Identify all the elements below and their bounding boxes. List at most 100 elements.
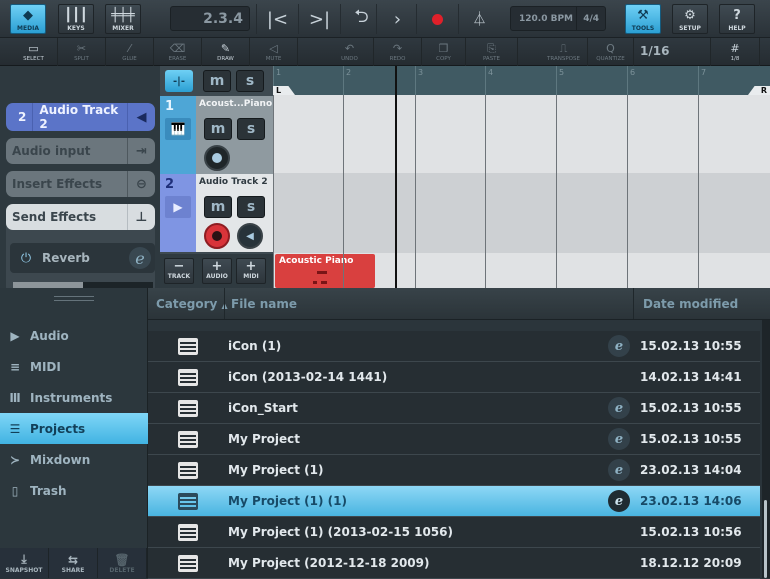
forward-button[interactable]: >| xyxy=(298,4,340,34)
global-solo-button[interactable]: s xyxy=(236,70,264,92)
date-column-header[interactable]: Date modified xyxy=(643,297,738,311)
transpose-button[interactable]: ⎍ TRANSPOSE xyxy=(540,38,588,66)
add-audio-track-button[interactable]: + AUDIO xyxy=(202,258,232,284)
edit-project-icon[interactable]: e xyxy=(608,397,630,419)
arrange-area[interactable]: Acoustic Piano xyxy=(273,95,770,288)
quantize-value[interactable]: 1/16 xyxy=(640,44,669,58)
play-button[interactable]: › xyxy=(376,4,418,34)
power-icon[interactable]: ⏻ xyxy=(10,251,42,266)
mute-tool[interactable]: ◁ MUTE xyxy=(250,38,298,66)
add-midi-track-button[interactable]: + MIDI xyxy=(236,258,266,284)
send-effects-button[interactable]: Send Effects ⊥ xyxy=(6,204,155,230)
edit-project-icon[interactable]: e xyxy=(608,335,630,357)
track-lane-2[interactable] xyxy=(273,173,770,253)
scrollbar[interactable] xyxy=(762,320,770,578)
setup-button[interactable]: ⚙ SETUP xyxy=(672,4,708,34)
eraser-icon: ⌫ xyxy=(169,41,186,55)
grid-button[interactable]: #1/8 xyxy=(710,38,760,66)
category-instruments[interactable]: Ⅲ Instruments xyxy=(0,382,148,413)
glue-tool[interactable]: ⁄ GLUE xyxy=(106,38,154,66)
copy-button[interactable]: ❐ COPY xyxy=(422,38,466,66)
category-trash[interactable]: ▯ Trash xyxy=(0,475,148,506)
edit-project-icon[interactable]: e xyxy=(608,428,630,450)
category-mixdown[interactable]: ≻ Mixdown xyxy=(0,444,148,475)
category-projects[interactable]: ☰ Projects xyxy=(0,413,148,444)
grid-line xyxy=(343,95,344,288)
scrollbar-thumb[interactable] xyxy=(764,500,767,578)
left-locator[interactable]: L xyxy=(273,86,295,95)
file-row[interactable]: My Project (1) e 23.02.13 14:04 xyxy=(148,455,760,486)
track-row-1[interactable]: 1 🎹 Acoust...Piano m s xyxy=(160,96,273,174)
remove-track-button[interactable]: − TRACK xyxy=(164,258,194,284)
delete-button[interactable]: 🗑 DELETE xyxy=(98,548,147,578)
mixer-button[interactable]: ╪╪╪ MIXER xyxy=(105,4,141,34)
keys-button[interactable]: ┃┃┃ KEYS xyxy=(58,4,94,34)
quantize-button[interactable]: Q QUANTIZE xyxy=(588,38,634,66)
position-display[interactable]: 2.3.4 xyxy=(170,6,250,31)
tempo-display[interactable]: 120.0 BPM 4/4 xyxy=(510,6,606,31)
split-tool[interactable]: ✂ SPLIT xyxy=(58,38,106,66)
global-mute-button[interactable]: m xyxy=(203,70,231,92)
metronome-button[interactable]: ⏃ xyxy=(458,4,500,34)
help-button[interactable]: ? HELP xyxy=(719,4,755,34)
playhead[interactable] xyxy=(395,66,397,288)
file-row[interactable]: iCon_Start e 15.02.13 10:55 xyxy=(148,393,760,424)
undo-button[interactable]: ↶ UNDO xyxy=(326,38,374,66)
bar-tick xyxy=(343,66,344,95)
record-arm-button[interactable] xyxy=(204,223,230,249)
timeline-ruler[interactable]: 1 2 3 4 5 6 7 L R xyxy=(273,66,770,95)
mute-button[interactable]: m xyxy=(204,118,232,140)
insert-effects-button[interactable]: Insert Effects ⊖ xyxy=(6,171,155,197)
file-row[interactable]: My Project (1) (1) e 23.02.13 14:06 xyxy=(148,486,760,517)
edit-project-icon[interactable]: e xyxy=(608,459,630,481)
redo-button[interactable]: ↷ REDO xyxy=(374,38,422,66)
draw-tool[interactable]: ✎ DRAW xyxy=(202,38,250,66)
edit-effect-icon[interactable]: e xyxy=(129,247,151,269)
file-row[interactable]: My Project e 15.02.13 10:55 xyxy=(148,424,760,455)
right-locator[interactable]: R xyxy=(748,86,770,95)
selected-track-header[interactable]: 2 Audio Track 2 ◀ xyxy=(6,103,155,131)
edit-project-icon[interactable]: e xyxy=(608,490,630,512)
project-file-icon xyxy=(178,399,198,417)
rewind-button[interactable]: |< xyxy=(256,4,298,34)
project-file-icon xyxy=(178,430,198,448)
record-button[interactable] xyxy=(416,4,458,34)
bar-number: 5 xyxy=(559,68,565,77)
tools-button[interactable]: ⚒ TOOLS xyxy=(625,4,661,34)
midi-event[interactable]: Acoustic Piano xyxy=(275,254,375,288)
file-date: 14.02.13 14:41 xyxy=(640,370,742,384)
select-tool[interactable]: ▭ SELECT xyxy=(10,38,58,66)
solo-button[interactable]: s xyxy=(237,118,265,140)
redo-icon: ↷ xyxy=(392,41,403,55)
monitor-button[interactable]: ◀ xyxy=(237,223,263,249)
minus-icon: − xyxy=(173,258,185,274)
snapshot-button[interactable]: ⤓ SNAPSHOT xyxy=(0,548,49,578)
monitor-button[interactable] xyxy=(204,145,230,171)
audio-input-button[interactable]: Audio input ⇥ xyxy=(6,138,155,164)
file-row[interactable]: My Project (2012-12-18 2009) 18.12.12 20:… xyxy=(148,548,760,579)
media-button[interactable]: ◆ MEDIA xyxy=(10,4,46,34)
mute-button[interactable]: m xyxy=(204,196,232,218)
main-toolbar: ◆ MEDIA ┃┃┃ KEYS ╪╪╪ MIXER 2.3.4 |< >| ⮌ › … xyxy=(0,0,770,38)
track-split-icon[interactable]: -|- xyxy=(165,70,193,92)
collapse-icon[interactable]: ◀ xyxy=(127,103,155,131)
category-audio[interactable]: ▶ Audio xyxy=(0,320,148,351)
file-row[interactable]: My Project (1) (2013-02-15 1056) 15.02.13… xyxy=(148,517,760,548)
erase-tool[interactable]: ⌫ ERASE xyxy=(154,38,202,66)
share-button[interactable]: ⇆ SHARE xyxy=(49,548,98,578)
track-row-2[interactable]: 2 ▶ Audio Track 2 m s ◀ xyxy=(160,174,273,252)
reverb-slot[interactable]: ⏻ Reverb e xyxy=(10,243,155,273)
category-column-header[interactable]: Category ▲ xyxy=(156,297,228,311)
drag-handle[interactable] xyxy=(54,296,94,301)
solo-button[interactable]: s xyxy=(237,196,265,218)
split-icon: ✂ xyxy=(76,41,87,55)
track-lane-1[interactable] xyxy=(273,95,770,173)
file-name-column-header[interactable]: File name xyxy=(231,297,297,311)
file-row[interactable]: iCon (1) e 15.02.13 10:55 xyxy=(148,331,760,362)
paste-button[interactable]: ⎘ PASTE xyxy=(466,38,518,66)
category-midi[interactable]: ≡ MIDI xyxy=(0,351,148,382)
grid-line xyxy=(556,95,557,288)
grid-line xyxy=(627,95,628,288)
hammer-icon: ⚒ xyxy=(637,7,649,23)
file-row[interactable]: iCon (2013-02-14 1441) 14.02.13 14:41 xyxy=(148,362,760,393)
